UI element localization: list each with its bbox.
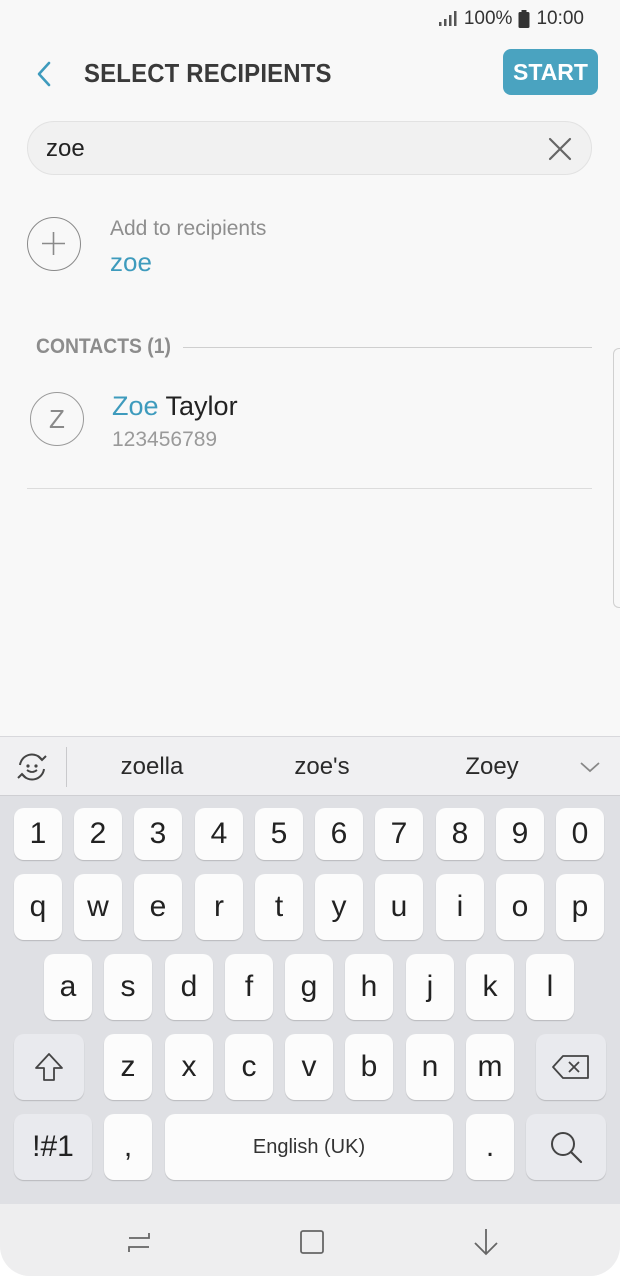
- key-n[interactable]: n: [406, 1034, 454, 1100]
- contacts-section-header: CONTACTS (1): [36, 334, 592, 360]
- add-circle-icon: [27, 217, 81, 271]
- battery-percent: 100%: [463, 8, 513, 29]
- key-7[interactable]: 7: [375, 808, 423, 860]
- status-indicators: 100% 10:00: [438, 8, 584, 30]
- suggestion-item[interactable]: zoe's: [294, 753, 349, 781]
- key-l[interactable]: l: [526, 954, 574, 1020]
- key-q[interactable]: q: [14, 874, 62, 940]
- list-divider: [27, 488, 592, 489]
- section-divider: [182, 346, 592, 348]
- key-p[interactable]: p: [556, 874, 604, 940]
- suggestion-item[interactable]: Zoey: [465, 753, 518, 781]
- chevron-left-icon: [37, 61, 51, 87]
- key-k[interactable]: k: [466, 954, 514, 1020]
- key-8[interactable]: 8: [436, 808, 484, 860]
- symbols-key[interactable]: !#1: [14, 1114, 92, 1180]
- key-x[interactable]: x: [165, 1034, 213, 1100]
- status-bar: 100% 10:00: [0, 0, 620, 40]
- key-d[interactable]: d: [165, 954, 213, 1020]
- scrollbar[interactable]: [613, 348, 620, 608]
- key-c[interactable]: c: [225, 1034, 273, 1100]
- key-5[interactable]: 5: [255, 808, 303, 860]
- hide-keyboard-icon[interactable]: [468, 1224, 504, 1260]
- shift-key[interactable]: [14, 1034, 84, 1100]
- keyboard: zoella zoe's Zoey 1 2 3 4 5 6 7 8 9 0 q …: [0, 736, 620, 1204]
- add-to-recipients-value: zoe: [110, 247, 152, 277]
- key-0[interactable]: 0: [556, 808, 604, 860]
- add-to-recipients-row[interactable]: Add to recipients zoe: [27, 214, 592, 284]
- suggestion-bar: zoella zoe's Zoey: [0, 736, 620, 796]
- page-title: SELECT RECIPIENTS: [84, 58, 332, 88]
- key-w[interactable]: w: [74, 874, 122, 940]
- start-button[interactable]: START: [503, 49, 598, 95]
- key-2[interactable]: 2: [74, 808, 122, 860]
- key-m[interactable]: m: [466, 1034, 514, 1100]
- avatar: Z: [30, 392, 84, 446]
- app-bar: SELECT RECIPIENTS START: [0, 46, 620, 102]
- backspace-icon: [552, 1055, 589, 1079]
- key-6[interactable]: 6: [315, 808, 363, 860]
- contacts-header-label: CONTACTS (1): [36, 335, 171, 358]
- space-key[interactable]: English (UK): [165, 1114, 453, 1180]
- emoji-sync-icon[interactable]: [14, 751, 50, 783]
- plus-icon: [42, 232, 65, 255]
- contact-number: 123456789: [112, 428, 218, 451]
- key-3[interactable]: 3: [134, 808, 182, 860]
- recent-apps-icon[interactable]: [121, 1224, 157, 1260]
- search-input-value: zoe: [46, 135, 85, 162]
- period-key[interactable]: .: [466, 1114, 514, 1180]
- back-button[interactable]: [26, 54, 62, 94]
- key-h[interactable]: h: [345, 954, 393, 1020]
- key-b[interactable]: b: [345, 1034, 393, 1100]
- navigation-bar: [0, 1204, 620, 1276]
- suggestion-item[interactable]: zoella: [121, 753, 184, 781]
- contact-name-rest: Taylor: [158, 391, 238, 421]
- key-1[interactable]: 1: [14, 808, 62, 860]
- key-j[interactable]: j: [406, 954, 454, 1020]
- recipient-search-input[interactable]: zoe: [27, 121, 592, 175]
- add-to-recipients-label: Add to recipients: [110, 217, 267, 240]
- search-icon: [551, 1132, 583, 1164]
- key-f[interactable]: f: [225, 954, 273, 1020]
- key-z[interactable]: z: [104, 1034, 152, 1100]
- key-a[interactable]: a: [44, 954, 92, 1020]
- home-icon[interactable]: [294, 1224, 330, 1260]
- key-t[interactable]: t: [255, 874, 303, 940]
- backspace-key[interactable]: [536, 1034, 606, 1100]
- key-g[interactable]: g: [285, 954, 333, 1020]
- contact-row[interactable]: Z Zoe Taylor 123456789: [27, 387, 592, 457]
- search-key[interactable]: [526, 1114, 606, 1180]
- contact-name-match: Zoe: [112, 391, 159, 421]
- phone-screen: 100% 10:00 SELECT RECIPIENTS START zoe A…: [0, 0, 620, 1276]
- key-e[interactable]: e: [134, 874, 182, 940]
- key-o[interactable]: o: [496, 874, 544, 940]
- key-i[interactable]: i: [436, 874, 484, 940]
- key-r[interactable]: r: [195, 874, 243, 940]
- clear-icon[interactable]: [545, 134, 575, 164]
- clock: 10:00: [536, 8, 584, 29]
- battery-icon: [518, 10, 530, 28]
- key-4[interactable]: 4: [195, 808, 243, 860]
- key-s[interactable]: s: [104, 954, 152, 1020]
- key-u[interactable]: u: [375, 874, 423, 940]
- key-v[interactable]: v: [285, 1034, 333, 1100]
- shift-icon: [35, 1053, 63, 1081]
- key-9[interactable]: 9: [496, 808, 544, 860]
- key-y[interactable]: y: [315, 874, 363, 940]
- chevron-down-icon[interactable]: [578, 755, 602, 779]
- contact-name: Zoe Taylor: [112, 391, 238, 422]
- comma-key[interactable]: ,: [104, 1114, 152, 1180]
- suggestion-separator: [66, 747, 67, 787]
- signal-icon: [438, 11, 457, 26]
